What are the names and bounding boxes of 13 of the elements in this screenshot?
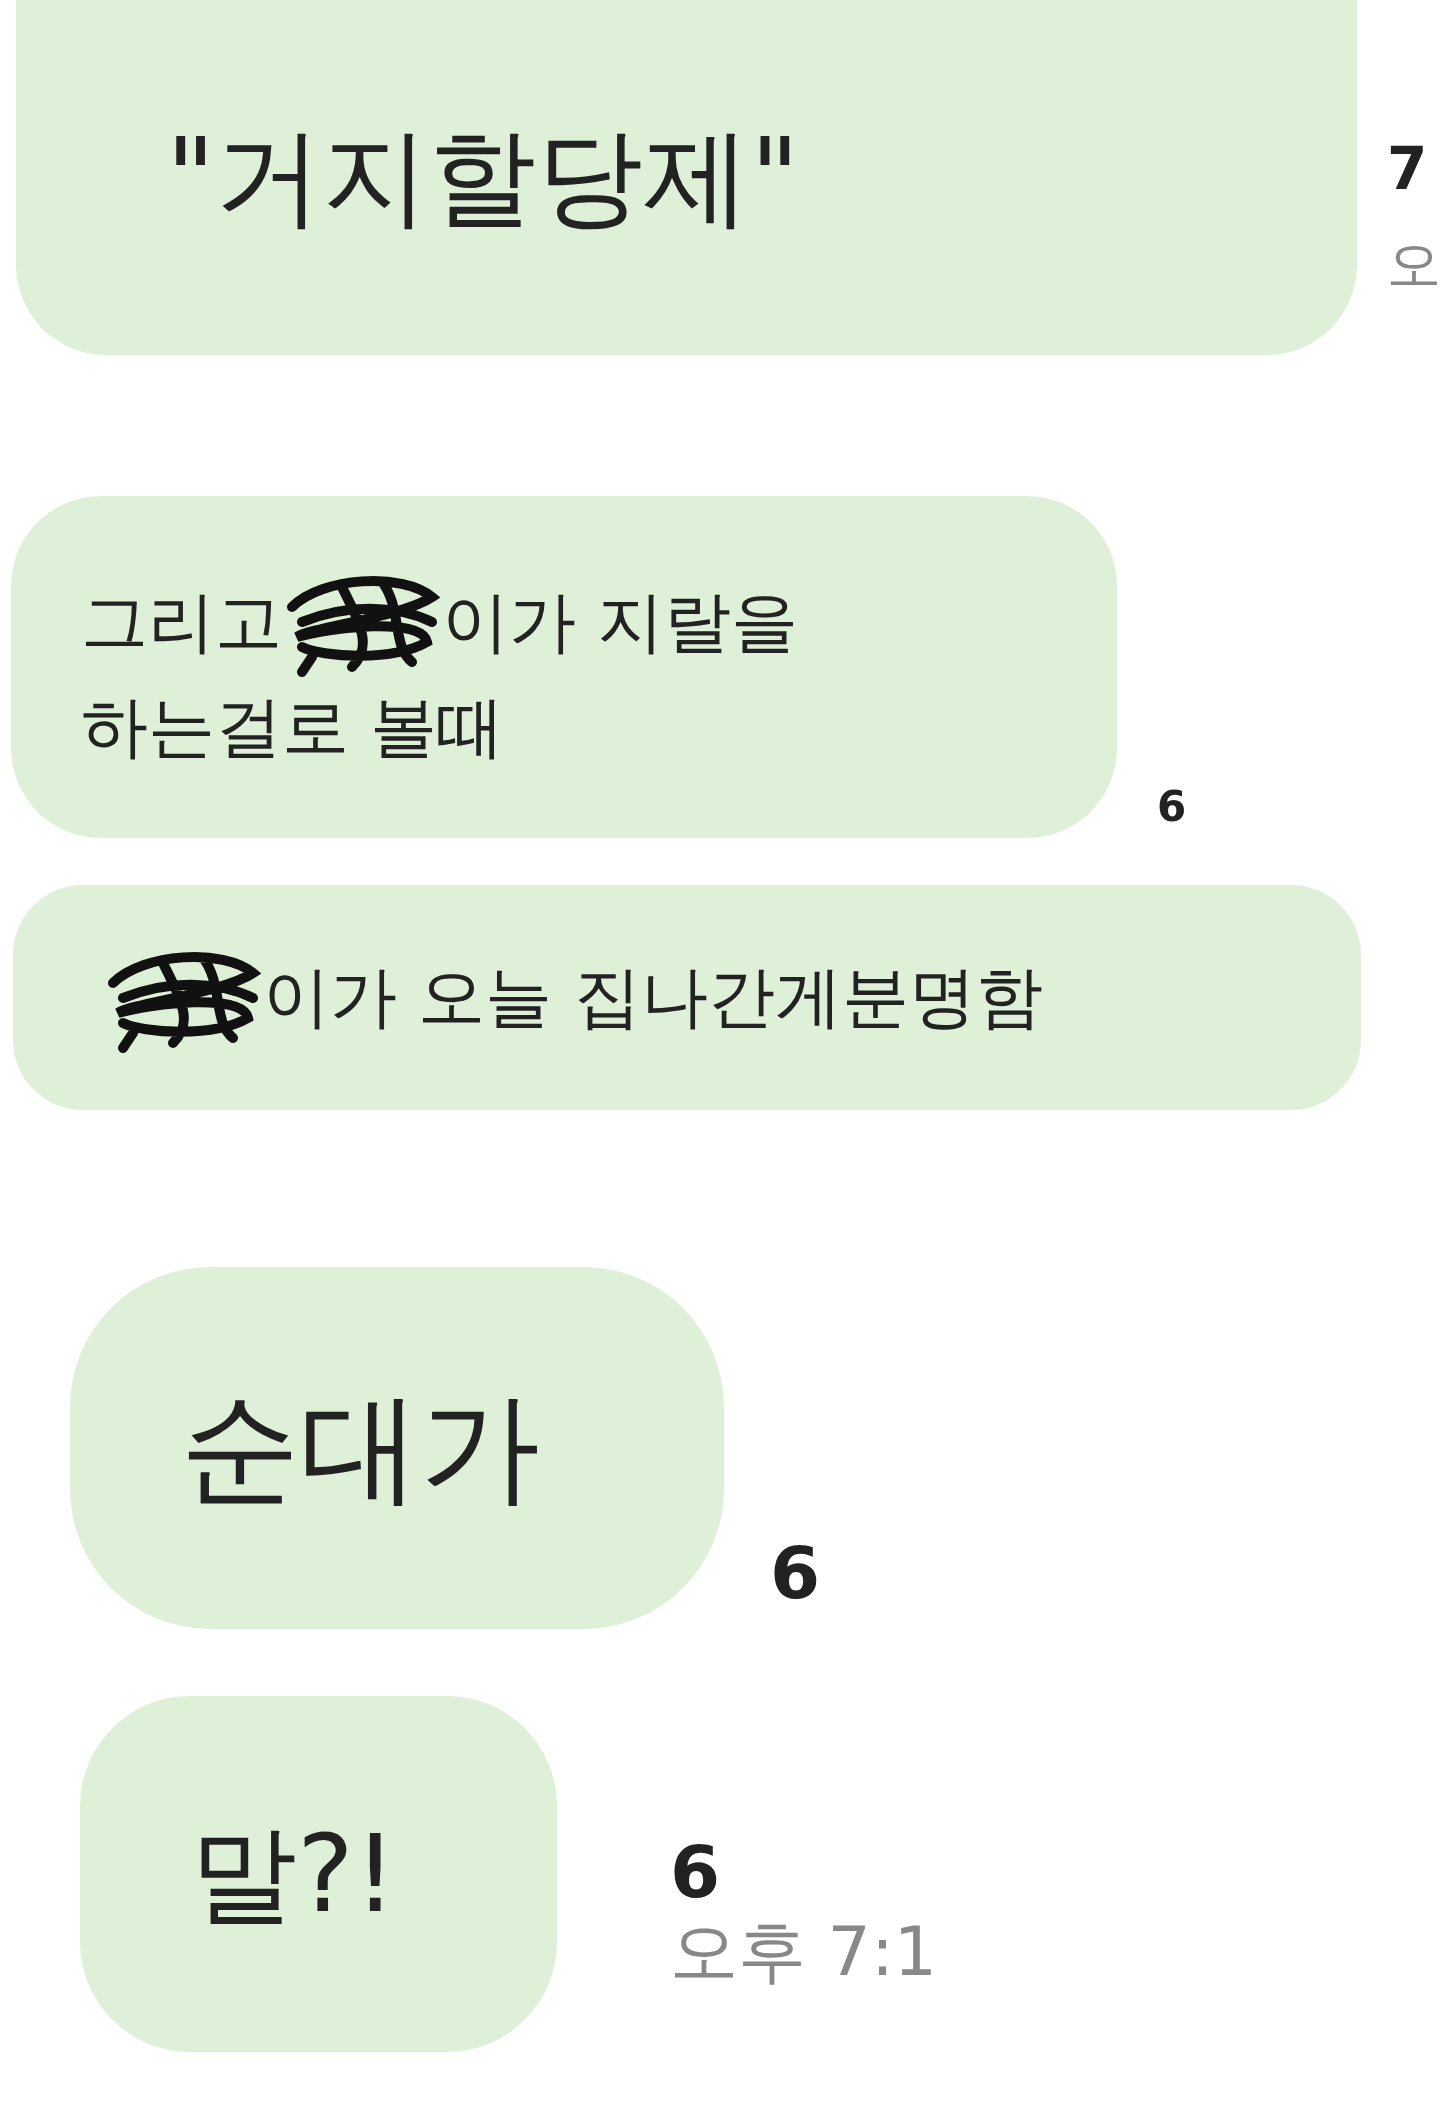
unread-count: 7 xyxy=(1387,140,1429,198)
message-text: 이가 지랄을 xyxy=(442,581,799,662)
unread-count: 6 xyxy=(1157,786,1187,828)
message-time: 오후 7:1 xyxy=(670,1918,938,1986)
message-text: 순대가 xyxy=(180,1377,540,1519)
unread-count: 6 xyxy=(670,1836,722,1908)
message-text: 이가 오늘 집나간게분명함 xyxy=(263,957,1043,1038)
message-text: 하는걸로 볼때 xyxy=(81,686,505,768)
message-text: 그리고 xyxy=(81,581,282,662)
unread-count: 6 xyxy=(770,1537,821,1609)
message-text: 말?! xyxy=(190,1810,397,1938)
message-text: "거지할당제" xyxy=(166,114,800,242)
message-time: 오 xyxy=(1387,238,1440,292)
